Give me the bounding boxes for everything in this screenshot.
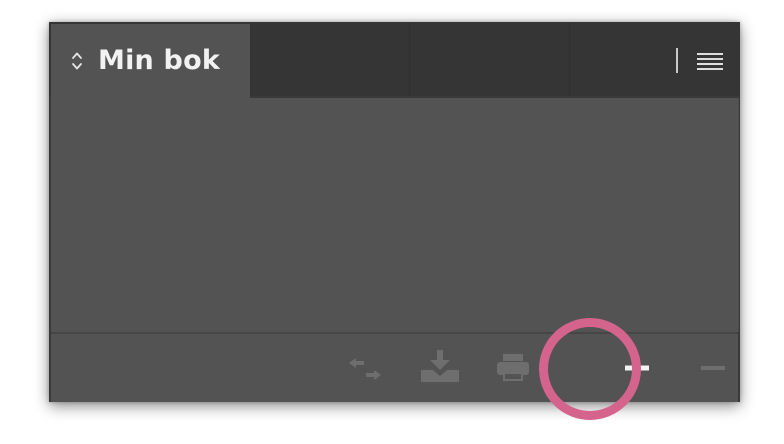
- tab-bar-seam: [409, 22, 410, 96]
- print-icon[interactable]: [495, 352, 531, 384]
- synchronize-arrows-icon[interactable]: [347, 356, 383, 382]
- save-download-icon[interactable]: [417, 348, 463, 384]
- panel-tab-min-bok[interactable]: Min bok: [51, 24, 250, 98]
- book-content-area: [51, 98, 739, 332]
- hamburger-menu-icon[interactable]: [697, 53, 723, 70]
- up-down-chevron-icon[interactable]: [70, 50, 84, 72]
- book-panel: Min bok: [49, 22, 740, 402]
- tab-bar-seam: [569, 22, 570, 96]
- tab-bar-divider: [676, 48, 678, 73]
- minus-icon[interactable]: [699, 354, 727, 382]
- highlight-circle-annotation: [539, 318, 641, 420]
- panel-title: Min bok: [98, 44, 220, 76]
